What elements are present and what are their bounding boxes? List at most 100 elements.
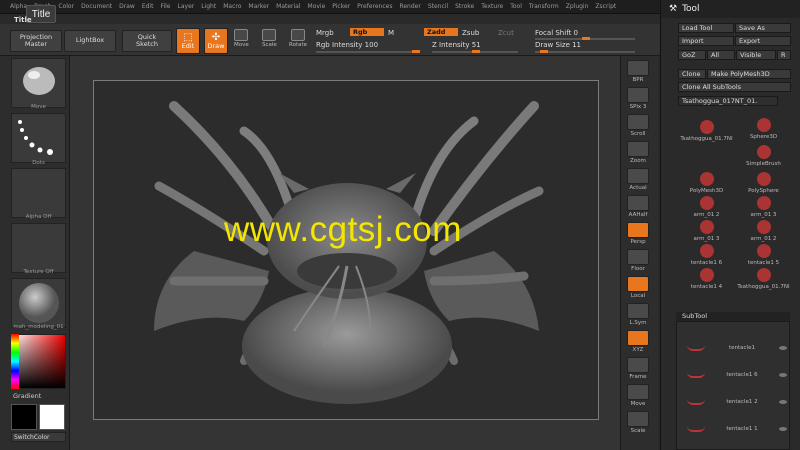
menu-item-render[interactable]: Render: [399, 3, 420, 10]
scale-button[interactable]: Scale: [262, 29, 277, 48]
main-color-swatch[interactable]: [11, 404, 37, 430]
z-intensity-knob[interactable]: [472, 50, 480, 53]
brush-thumbnail[interactable]: [11, 58, 66, 108]
creature-sculpt: [154, 101, 544, 404]
material-thumbnail[interactable]: [11, 278, 66, 328]
view-button-floor[interactable]: Floor: [626, 249, 650, 272]
make-polymesh-button[interactable]: Make PolyMesh3D: [707, 69, 791, 79]
color-picker[interactable]: [11, 334, 66, 389]
draw-button[interactable]: ✣ Draw: [204, 28, 228, 54]
focal-shift-knob[interactable]: [582, 37, 590, 40]
switch-color-button[interactable]: SwitchColor: [11, 432, 66, 442]
projection-master-button[interactable]: Projection Master: [10, 30, 62, 52]
save-as-button[interactable]: Save As: [735, 23, 791, 33]
rgb-intensity-slider[interactable]: Rgb Intensity 100: [316, 41, 378, 49]
draw-size-slider[interactable]: Draw Size 11: [535, 41, 581, 49]
secondary-color-swatch[interactable]: [39, 404, 65, 430]
menu-item-preferences[interactable]: Preferences: [357, 3, 392, 10]
stroke-thumbnail[interactable]: [11, 113, 66, 163]
menu-item-color[interactable]: Color: [58, 3, 74, 10]
scale-icon: [262, 29, 277, 41]
eye-icon[interactable]: [779, 373, 787, 377]
watermark-text: www.cgtsj.com: [224, 210, 462, 249]
rotate-button[interactable]: Rotate: [289, 29, 307, 48]
texture-thumbnail[interactable]: [11, 223, 66, 273]
tool-item[interactable]: tentacle1 4: [679, 258, 734, 290]
menu-item-file[interactable]: File: [160, 3, 170, 10]
view-button-xyz[interactable]: XYZ: [626, 330, 650, 353]
menu-item-edit[interactable]: Edit: [142, 3, 154, 10]
alpha-thumbnail[interactable]: [11, 168, 66, 218]
m-toggle[interactable]: M: [388, 29, 394, 37]
view-button-scale[interactable]: Scale: [626, 411, 650, 434]
view-button-spix-3[interactable]: SPix 3: [626, 87, 650, 110]
subtool-item[interactable]: tentacle1 1: [687, 421, 787, 437]
eye-icon[interactable]: [779, 400, 787, 404]
draw-size-track[interactable]: [535, 51, 635, 53]
menu-item-material[interactable]: Material: [276, 3, 300, 10]
zcut-toggle[interactable]: Zcut: [498, 29, 514, 37]
menu-item-zscript[interactable]: Zscript: [595, 3, 616, 10]
view-button-actual[interactable]: Actual: [626, 168, 650, 191]
eye-icon[interactable]: [779, 346, 787, 350]
clone-button[interactable]: Clone: [678, 69, 706, 79]
menu-item-macro[interactable]: Macro: [223, 3, 241, 10]
quick-sketch-button[interactable]: Quick Sketch: [122, 30, 172, 52]
z-intensity-slider[interactable]: Z Intensity 51: [432, 41, 481, 49]
rgb-toggle[interactable]: Rgb: [350, 28, 384, 36]
menu-item-movie[interactable]: Movie: [308, 3, 326, 10]
tool-item[interactable]: Tsathoggua_01.7NI: [679, 110, 734, 142]
zadd-toggle[interactable]: Zadd: [424, 28, 458, 36]
mrgb-toggle[interactable]: Mrgb: [316, 29, 334, 37]
zsub-toggle[interactable]: Zsub: [462, 29, 479, 37]
menu-item-texture[interactable]: Texture: [481, 3, 503, 10]
menu-item-picker[interactable]: Picker: [332, 3, 350, 10]
menu-item-transform[interactable]: Transform: [529, 3, 559, 10]
menu-item-light[interactable]: Light: [201, 3, 216, 10]
view-button-move[interactable]: Move: [626, 384, 650, 407]
view-button-frame[interactable]: Frame: [626, 357, 650, 380]
menu-item-document[interactable]: Document: [81, 3, 112, 10]
menu-item-marker[interactable]: Marker: [248, 3, 269, 10]
subtool-item[interactable]: tentacle1: [687, 340, 787, 356]
move-button[interactable]: Move: [234, 29, 249, 48]
move-label: Move: [234, 42, 249, 48]
subtool-item[interactable]: tentacle1 2: [687, 394, 787, 410]
hue-strip[interactable]: [11, 334, 19, 389]
r-button[interactable]: R: [777, 50, 791, 60]
menu-item-stencil[interactable]: Stencil: [428, 3, 448, 10]
view-button-zoom[interactable]: Zoom: [626, 141, 650, 164]
rgb-intensity-knob[interactable]: [412, 50, 420, 53]
import-button[interactable]: Import: [678, 36, 734, 46]
menu-item-stroke[interactable]: Stroke: [455, 3, 474, 10]
draw-size-knob[interactable]: [540, 50, 548, 53]
rgb-intensity-track[interactable]: [316, 51, 416, 53]
tool-item[interactable]: Tsathoggua_01.7NI: [736, 258, 791, 290]
view-button-local[interactable]: Local: [626, 276, 650, 299]
view-button-scroll[interactable]: Scroll: [626, 114, 650, 137]
menu-item-layer[interactable]: Layer: [178, 3, 195, 10]
focal-shift-slider[interactable]: Focal Shift 0: [535, 29, 578, 37]
menu-item-zplugin[interactable]: Zplugin: [566, 3, 589, 10]
current-tool-name[interactable]: Tsathoggua_017NT_01.: [678, 96, 778, 106]
view-button-aahalf[interactable]: AAHalf: [626, 195, 650, 218]
document-frame[interactable]: [93, 80, 599, 420]
lightbox-button[interactable]: LightBox: [64, 30, 116, 52]
visible-button[interactable]: Visible: [736, 50, 776, 60]
menu-item-draw[interactable]: Draw: [119, 3, 135, 10]
all-button[interactable]: All: [707, 50, 735, 60]
edit-button[interactable]: ⬚ Edit: [176, 28, 200, 54]
view-button-bpr[interactable]: BPR: [626, 60, 650, 83]
subtool-item[interactable]: tentacle1 6: [687, 367, 787, 383]
menu-item-tool[interactable]: Tool: [510, 3, 522, 10]
eye-icon[interactable]: [779, 427, 787, 431]
view-button-label: AAHalf: [628, 212, 648, 218]
clone-all-subtools-button[interactable]: Clone All SubTools: [678, 82, 791, 92]
view-button-persp[interactable]: Persp: [626, 222, 650, 245]
menu-item-alpha[interactable]: Alpha: [10, 3, 27, 10]
view-button-l-sym[interactable]: L.Sym: [626, 303, 650, 326]
load-tool-button[interactable]: Load Tool: [678, 23, 734, 33]
subtool-header[interactable]: SubTool: [676, 312, 790, 321]
export-button[interactable]: Export: [735, 36, 791, 46]
goz-button[interactable]: GoZ: [678, 50, 706, 60]
